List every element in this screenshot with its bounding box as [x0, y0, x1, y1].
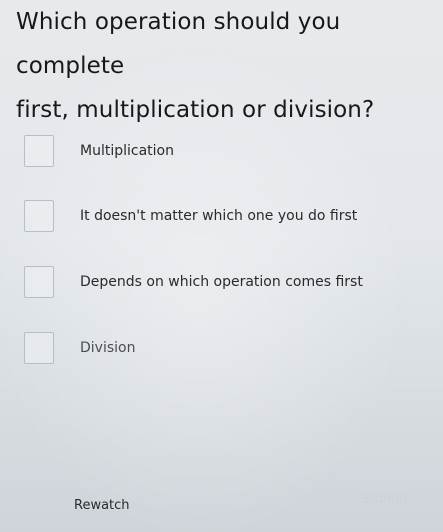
- option-checkbox[interactable]: [24, 135, 54, 167]
- option-checkbox[interactable]: [24, 200, 54, 232]
- option-division[interactable]: Division: [24, 330, 443, 366]
- option-label: Division: [80, 340, 136, 356]
- submit-button[interactable]: Submit: [345, 484, 425, 514]
- question-text: Which operation should you complete firs…: [16, 9, 375, 123]
- rewatch-link[interactable]: Rewatch: [74, 498, 130, 513]
- option-doesnt-matter[interactable]: It doesn't matter which one you do first: [24, 198, 443, 234]
- option-multiplication[interactable]: Multiplication: [24, 133, 443, 169]
- option-label: Depends on which operation comes first: [80, 274, 363, 290]
- option-label: Multiplication: [80, 143, 174, 159]
- option-checkbox[interactable]: [24, 266, 54, 298]
- option-checkbox[interactable]: [24, 332, 54, 364]
- option-label: It doesn't matter which one you do first: [80, 208, 358, 224]
- option-depends-on-order[interactable]: Depends on which operation comes first: [24, 264, 443, 300]
